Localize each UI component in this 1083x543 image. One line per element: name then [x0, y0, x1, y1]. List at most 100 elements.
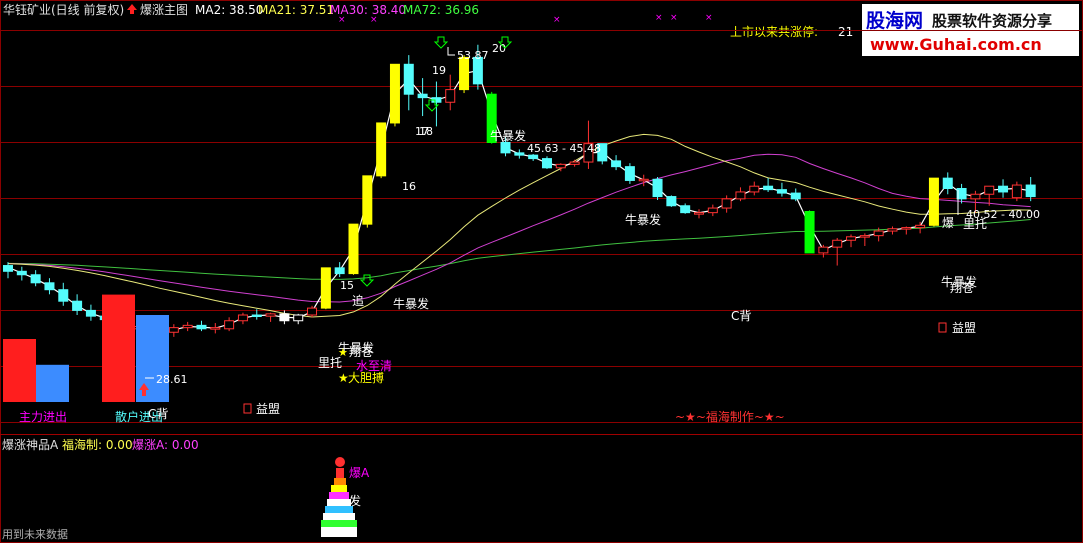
candle-body — [514, 152, 525, 156]
signal-label: 追 — [352, 293, 364, 308]
candle-body — [942, 177, 953, 189]
signal-label: 益盟 — [256, 402, 280, 416]
tower-tier-8 — [321, 527, 357, 537]
candle-body — [265, 313, 276, 317]
ma21-value: MA21: 37.51 — [258, 3, 334, 17]
limit-count-label: 20 — [492, 42, 506, 55]
signal-label: 牛暴发 — [490, 128, 526, 143]
indicator-name[interactable]: 爆涨主图 — [140, 2, 188, 17]
flow-bar-1-0 — [102, 294, 135, 402]
x-marker-icon: × — [705, 13, 713, 23]
candle-body — [320, 267, 331, 309]
candle-28 — [389, 63, 400, 127]
candle-body — [735, 191, 746, 200]
candle-body — [251, 314, 262, 317]
tower-tier-6 — [323, 513, 355, 520]
candle-body — [915, 224, 926, 229]
x-marker-icon: × — [370, 15, 378, 25]
candle-23 — [320, 267, 331, 310]
candle-body — [680, 205, 691, 214]
candle-body — [611, 160, 622, 168]
candle-25 — [348, 223, 359, 275]
candle-body — [1025, 184, 1036, 198]
limit-count-label: 19 — [432, 64, 446, 77]
flow-bar-label-0: 主力进出 — [19, 410, 67, 424]
watermark-url: www.Guhai.com.cn — [870, 35, 1042, 54]
axis-value-label: 28.61 — [156, 373, 188, 386]
signal-label: 益盟 — [952, 321, 976, 335]
candle-body — [873, 230, 884, 237]
candle-47 — [652, 177, 663, 200]
flow-bar-0-0 — [3, 339, 36, 402]
candle-body — [168, 327, 179, 333]
signal-label: 牛暴发 — [625, 212, 661, 227]
candle-body — [928, 177, 939, 226]
candle-body — [776, 189, 787, 194]
candle-body — [818, 246, 829, 254]
candle-body — [72, 300, 83, 311]
star-icon: ★ — [338, 371, 349, 385]
ma72-value: MA72: 36.96 — [403, 3, 479, 17]
candle-body — [569, 161, 580, 165]
candle-body — [16, 270, 27, 276]
candle-body — [182, 324, 193, 329]
candle-body — [500, 142, 511, 154]
candle-body — [666, 196, 677, 207]
limit-up-value: 21 — [838, 25, 853, 39]
limit-count-label: 15 — [340, 279, 354, 292]
watermark-logo: 股海网 — [866, 9, 923, 32]
limit-count-label: 18 — [419, 125, 433, 138]
candle-body — [85, 309, 96, 317]
lower-panel-field1: 福海制: 0.00 — [62, 437, 133, 452]
x-marker-icon: × — [553, 15, 561, 25]
candle-body — [624, 166, 635, 181]
candle-body — [790, 192, 801, 200]
tower-tier-0 — [336, 468, 344, 478]
stock-title[interactable]: 华钰矿业(日线 前复权) — [3, 2, 124, 17]
x-marker-icon: × — [655, 13, 663, 23]
candle-body — [30, 274, 41, 284]
candle-body — [224, 320, 235, 330]
axis-value-label: 45.63 - 45.48 — [527, 142, 601, 155]
candle-body — [555, 163, 566, 169]
lower-panel-title[interactable]: 爆涨神品A — [2, 437, 59, 452]
signal-label: 里托 — [963, 217, 987, 231]
tower-tier-3 — [329, 492, 349, 499]
candle-body — [403, 63, 414, 95]
candle-body — [44, 282, 55, 291]
candle-body — [334, 267, 345, 275]
candle-body — [652, 178, 663, 198]
candle-body — [901, 227, 912, 230]
candle-body — [348, 223, 359, 275]
candle-body — [970, 193, 981, 200]
signal-label: 翔苍 — [950, 281, 974, 295]
candle-body — [984, 185, 995, 195]
candle-27 — [376, 122, 387, 179]
candle-body — [541, 158, 552, 169]
lower-panel-footer: 用到未来数据 — [2, 527, 68, 541]
tower-tier-4 — [327, 499, 351, 506]
tower-tier-1 — [334, 478, 346, 485]
candle-body — [887, 228, 898, 232]
tower-label: 发 — [349, 493, 361, 508]
chart-background — [0, 0, 1083, 543]
candle-body — [859, 235, 870, 238]
x-marker-icon: × — [338, 15, 346, 25]
candle-body — [694, 212, 704, 215]
candle-body — [804, 211, 815, 254]
tower-tier-2 — [331, 485, 347, 492]
tower-tier-7 — [321, 520, 357, 527]
candle-body — [1011, 184, 1022, 199]
candle-body — [763, 185, 774, 191]
lower-panel-field2: 爆涨A: 0.00 — [132, 437, 199, 452]
candle-body — [846, 236, 857, 241]
candle-body — [707, 207, 718, 214]
limit-count-label: 16 — [402, 180, 416, 193]
candle-body — [307, 307, 318, 316]
signal-label: 牛暴发 — [393, 296, 429, 311]
stock-chart-window: 华钰矿业(日线 前复权) 爆涨主图 MA2: 38.50 MA21: 37.51… — [0, 0, 1083, 543]
tower-ball-icon — [335, 457, 345, 467]
signal-label: 大胆搏 — [348, 371, 384, 385]
candle-67 — [928, 177, 939, 227]
candle-body — [3, 265, 13, 272]
